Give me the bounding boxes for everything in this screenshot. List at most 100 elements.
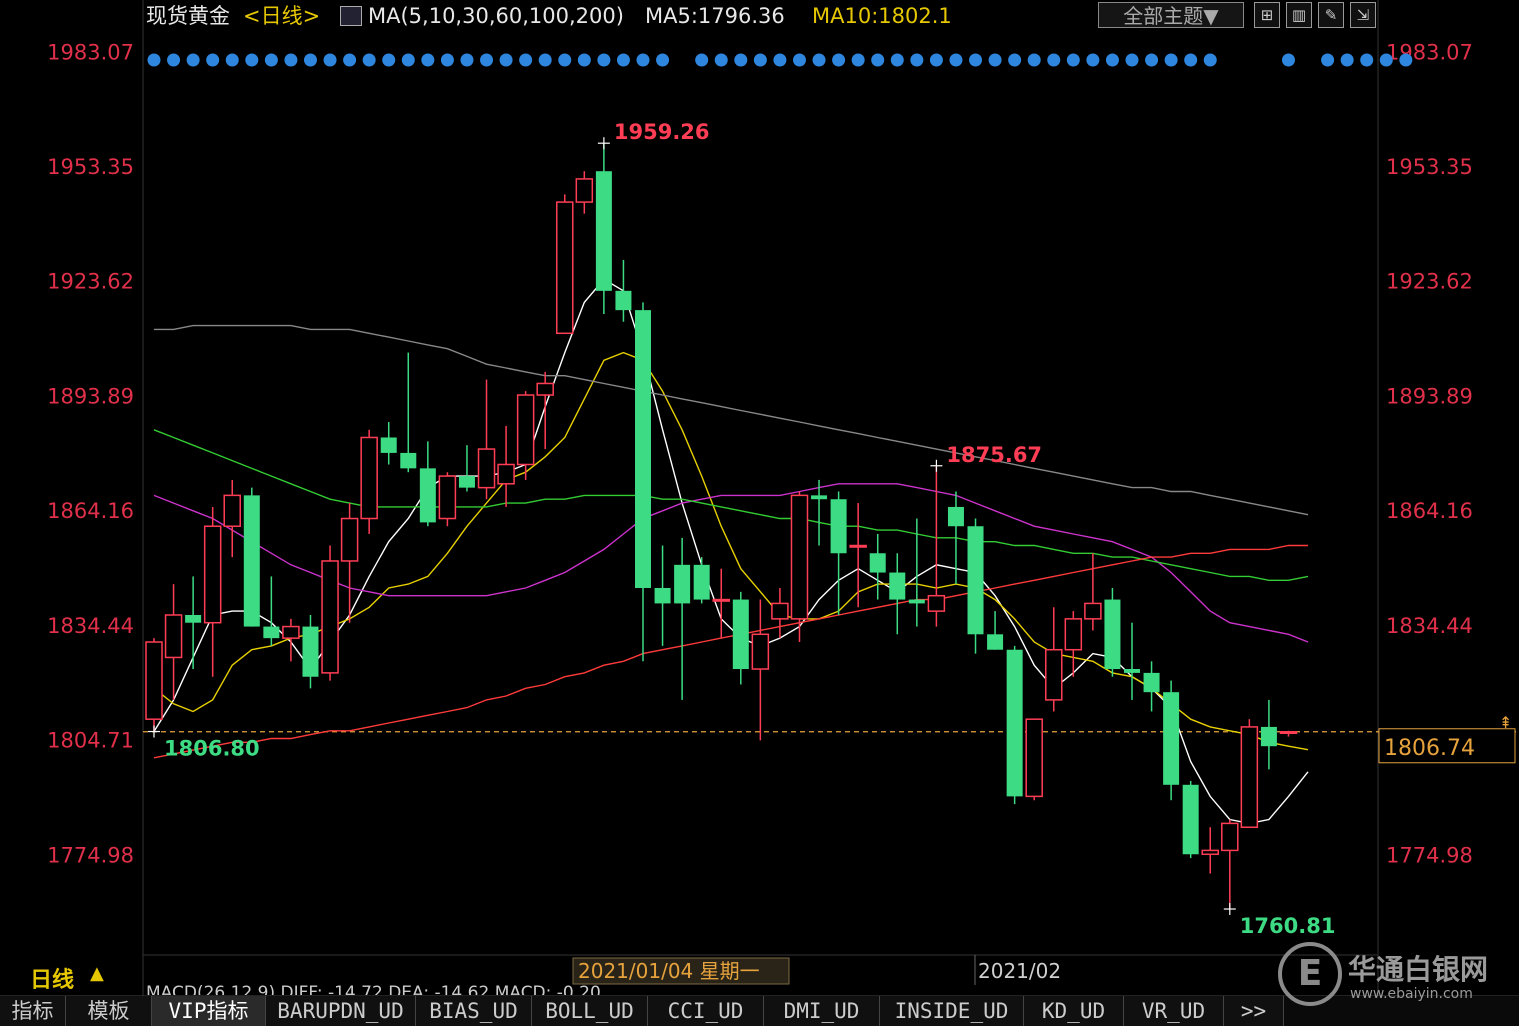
y-tick-label: 1893.89 <box>47 384 134 408</box>
candle-body-up[interactable] <box>477 448 496 489</box>
candle-body-up[interactable] <box>321 560 339 674</box>
candle-body-up[interactable] <box>790 494 809 620</box>
candle-body-up[interactable] <box>751 633 770 670</box>
candle-body-down[interactable] <box>595 171 612 291</box>
grid-icon[interactable]: ⊞ <box>1254 2 1280 28</box>
candle-body-down[interactable] <box>1006 649 1023 797</box>
tab-dmi_ud[interactable]: DMI_UD <box>764 996 880 1026</box>
candle-body-down[interactable] <box>889 572 906 600</box>
candle-body-up[interactable] <box>1045 648 1063 701</box>
candle-body-down[interactable] <box>1124 669 1140 673</box>
candle-body-down[interactable] <box>635 310 651 588</box>
watermark-logo-icon: E <box>1278 942 1342 1006</box>
current-price-label: 1806.74 <box>1384 736 1475 761</box>
candle-body-down[interactable] <box>263 626 280 639</box>
y-tick-label: 1834.44 <box>1386 614 1473 638</box>
candle-body-down[interactable] <box>869 553 886 573</box>
candle-body-up[interactable] <box>536 382 554 396</box>
candle-body-down[interactable] <box>185 614 202 623</box>
y-tick-label: 1983.07 <box>1386 40 1473 64</box>
candle-body-up[interactable] <box>1025 718 1043 798</box>
candle-body-up[interactable] <box>223 494 241 527</box>
signal-dot <box>1321 53 1335 67</box>
candle-body-down[interactable] <box>693 564 710 600</box>
candle-body-down[interactable] <box>302 626 319 677</box>
tab-bias_ud[interactable]: BIAS_UD <box>416 996 532 1026</box>
signal-dot <box>988 53 1002 67</box>
tab-kd_ud[interactable]: KD_UD <box>1024 996 1124 1026</box>
tab-cci_ud[interactable]: CCI_UD <box>648 996 764 1026</box>
candle-body-up[interactable] <box>282 625 300 639</box>
candle-body-up[interactable] <box>771 602 789 620</box>
tab-vr_ud[interactable]: VR_UD <box>1124 996 1224 1026</box>
candle-body-down[interactable] <box>987 634 1004 650</box>
candle-body-down[interactable] <box>1104 599 1121 670</box>
candle-body-down[interactable] <box>654 587 671 604</box>
candle-body-down[interactable] <box>400 452 417 469</box>
candle-body-down[interactable] <box>458 476 475 488</box>
candle-body-up[interactable] <box>712 598 730 602</box>
signal-dot <box>1145 53 1159 67</box>
candle-body-down[interactable] <box>1260 726 1277 747</box>
candle-body-up[interactable] <box>145 641 163 720</box>
signal-dot <box>597 53 611 67</box>
candle-body-up[interactable] <box>203 525 222 624</box>
candle-body-up[interactable] <box>1279 731 1298 735</box>
edit-chart-icon[interactable]: ✎ <box>1318 2 1344 28</box>
candle-body-up[interactable] <box>360 436 378 520</box>
candle-body-down[interactable] <box>1182 784 1199 855</box>
candle-body-down[interactable] <box>967 526 984 635</box>
tab-boll_ud[interactable]: BOLL_UD <box>532 996 648 1026</box>
candle-body-up[interactable] <box>575 178 594 203</box>
candle-body-down[interactable] <box>811 495 828 500</box>
candle-body-down[interactable] <box>732 599 749 670</box>
candle-body-down[interactable] <box>1143 672 1160 693</box>
tab-指标[interactable]: 指标 <box>0 996 66 1026</box>
tab-inside_ud[interactable]: INSIDE_UD <box>880 996 1024 1026</box>
layout-icon[interactable]: ▥ <box>1286 2 1312 28</box>
candle-body-up[interactable] <box>1064 618 1083 651</box>
candle-body-up[interactable] <box>497 463 515 485</box>
tab-barupdn_ud[interactable]: BARUPDN_UD <box>266 996 416 1026</box>
candle-body-down[interactable] <box>674 564 691 604</box>
signal-dot <box>519 53 533 67</box>
candle-body-up[interactable] <box>1084 602 1102 620</box>
candle-body-up[interactable] <box>340 517 359 562</box>
candle-body-up[interactable] <box>849 544 867 548</box>
signal-dot <box>440 53 454 67</box>
expand-icon[interactable]: ⇲ <box>1350 2 1376 28</box>
ma10-value: MA10:1802.1 <box>812 4 952 28</box>
candle-body-up[interactable] <box>1201 849 1219 856</box>
candle-body-up[interactable] <box>164 614 183 659</box>
candle-body-down[interactable] <box>830 499 847 554</box>
signal-dot <box>792 53 806 67</box>
signal-dot <box>1086 53 1100 67</box>
candle-body-down[interactable] <box>947 506 964 527</box>
candle-body-down[interactable] <box>380 437 397 453</box>
signal-dot <box>382 53 396 67</box>
signal-dot <box>636 53 650 67</box>
candle-body-up[interactable] <box>927 594 946 612</box>
candle-body-down[interactable] <box>908 599 925 604</box>
y-tick-label: 1864.16 <box>1386 499 1473 523</box>
candle-body-up[interactable] <box>1221 822 1239 852</box>
theme-select-button[interactable]: 全部主题▼ <box>1098 2 1244 28</box>
tab-模板[interactable]: 模板 <box>66 996 152 1026</box>
candle-body-up[interactable] <box>556 201 574 335</box>
period-label[interactable]: 日线 <box>30 962 74 994</box>
candle-body-down[interactable] <box>419 468 436 523</box>
signal-dot <box>1047 53 1061 67</box>
caret-up-icon[interactable]: ▲ <box>90 963 104 984</box>
candle-body-up[interactable] <box>438 475 457 520</box>
candle-body-up[interactable] <box>516 394 535 466</box>
candle-body-down[interactable] <box>243 495 260 627</box>
period-selector[interactable]: <日线> <box>243 2 320 30</box>
candle-body-down[interactable] <box>615 290 632 311</box>
candle-body-up[interactable] <box>1240 726 1259 828</box>
chart-canvas[interactable]: 1983.07 1953.35 1923.62 1893.89 1864.16 1834.… <box>0 0 1519 1026</box>
tab-vip指标[interactable]: VIP指标 <box>152 996 266 1026</box>
tab->>[interactable]: >> <box>1224 996 1284 1026</box>
ma-params-label[interactable]: MA(5,10,30,60,100,200) <box>368 2 624 30</box>
indicator-chart-icon[interactable] <box>340 6 362 26</box>
candle-body-down[interactable] <box>1163 692 1180 785</box>
